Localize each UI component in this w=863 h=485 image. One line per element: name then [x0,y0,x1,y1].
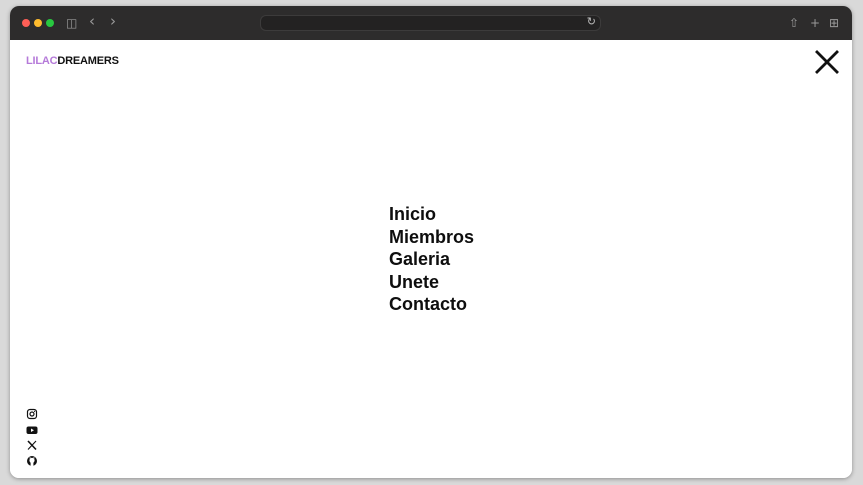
window-minimize-button[interactable] [34,19,42,27]
tab-overview-icon[interactable]: ⊞ [829,15,839,31]
menu-item-galeria[interactable]: Galeria [389,248,474,271]
window-close-button[interactable] [22,19,30,27]
browser-toolbar: ◫ ‹ › ↻ ⇧ + ⊞ [10,6,852,40]
forward-icon[interactable]: › [110,13,116,29]
youtube-icon[interactable] [26,424,38,436]
window-zoom-button[interactable] [46,19,54,27]
menu-item-miembros[interactable]: Miembros [389,226,474,249]
site-logo[interactable]: LILACDREAMERS [26,55,119,67]
github-icon[interactable] [26,455,38,467]
close-icon[interactable] [814,49,840,75]
share-icon[interactable]: ⇧ [789,15,799,31]
instagram-icon[interactable] [26,408,38,420]
new-tab-icon[interactable]: + [810,15,820,31]
logo-dreamers-text: DREAMERS [57,55,119,67]
page-content: LILACDREAMERS Inicio Miembros Galeria Un… [10,40,852,478]
address-bar[interactable]: ↻ [260,15,601,31]
main-menu: Inicio Miembros Galeria Unete Contacto [389,203,474,316]
logo-lilac-text: LILAC [26,55,58,67]
back-icon[interactable]: ‹ [89,13,95,29]
reload-icon[interactable]: ↻ [587,15,596,28]
menu-item-unete[interactable]: Unete [389,271,474,294]
menu-item-inicio[interactable]: Inicio [389,203,474,226]
menu-item-contacto[interactable]: Contacto [389,293,474,316]
sidebar-icon[interactable]: ◫ [66,15,77,31]
x-icon[interactable] [26,439,38,451]
browser-window: ◫ ‹ › ↻ ⇧ + ⊞ LILACDREAMERS Inicio Miemb… [10,6,852,478]
social-links [26,408,38,470]
